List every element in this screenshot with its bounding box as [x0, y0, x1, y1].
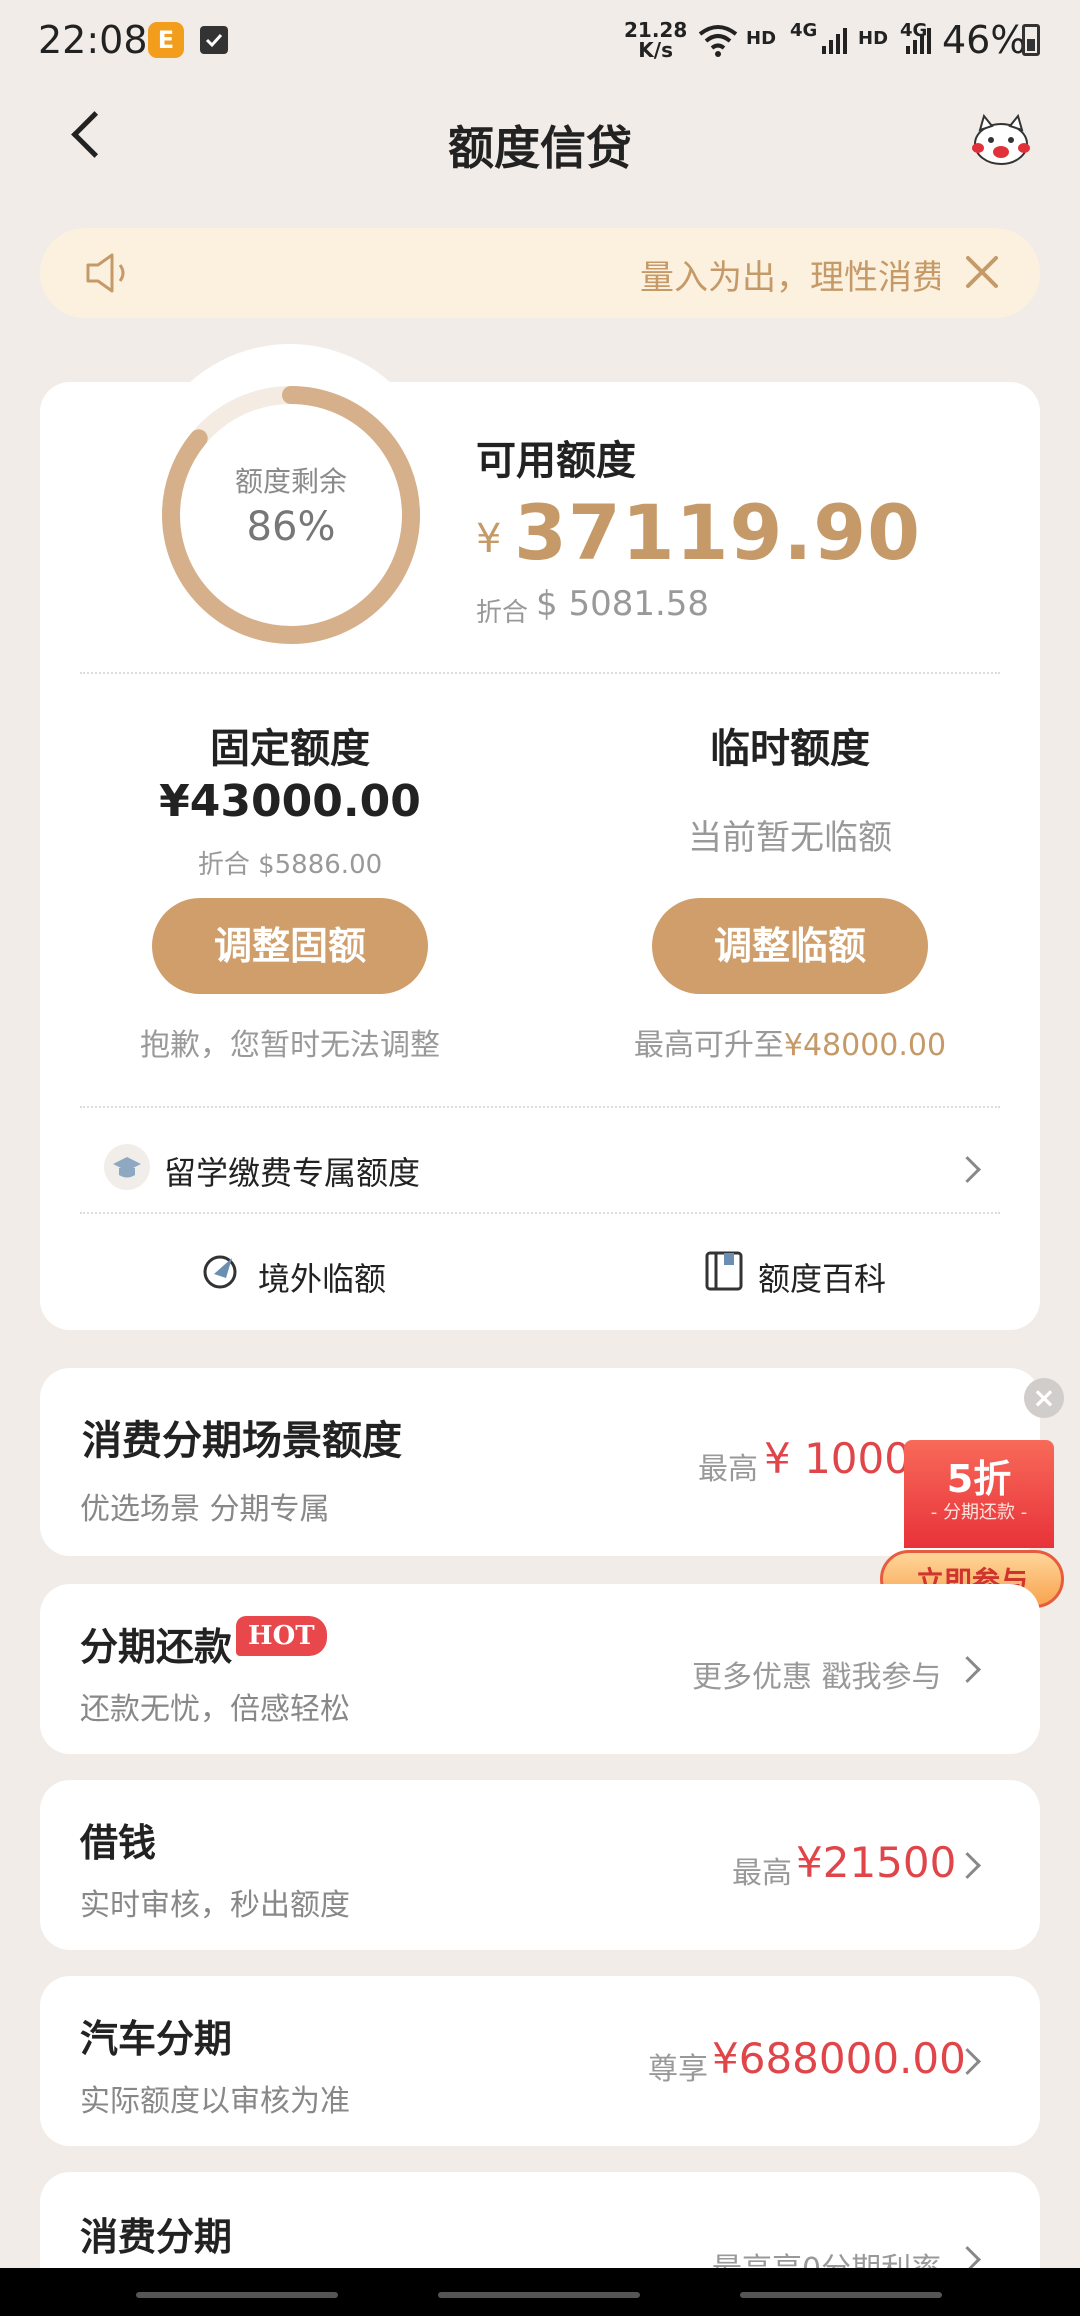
- converted-label: 折合: [476, 598, 529, 628]
- overseas-quota-label: 境外临额: [258, 1260, 387, 1298]
- scene-quota-title: 消费分期场景额度: [82, 1418, 402, 1464]
- temp-quota-title: 临时额度: [710, 726, 870, 772]
- fixed-quota-converted: 折合 $5886.00: [197, 850, 383, 880]
- adjust-fixed-button[interactable]: 调整固额: [152, 898, 428, 994]
- list-item-right-prefix: 最高: [732, 1856, 792, 1891]
- status-time: 22:08: [38, 18, 148, 62]
- temp-quota-status: 当前暂无临额: [688, 818, 892, 858]
- ring-percent: 86%: [246, 504, 336, 550]
- converted-amount: $ 5081.58: [536, 584, 710, 624]
- list-item-title: 借钱: [80, 1821, 157, 1865]
- plane-globe-icon: [203, 1255, 237, 1289]
- scene-quota-subtitle: 优选场景 分期专属: [80, 1492, 330, 1527]
- page-title: 额度信贷: [448, 121, 632, 175]
- promo-close-button[interactable]: ×: [1024, 1378, 1064, 1418]
- book-icon: [705, 1251, 743, 1291]
- hd-indicator-1: HD: [746, 28, 777, 49]
- network-speed-value: 21.28: [624, 18, 688, 42]
- divider: [80, 672, 1000, 674]
- nav-button-left[interactable]: [136, 2292, 338, 2298]
- wifi-icon: [698, 25, 738, 57]
- divider: [80, 1106, 1000, 1108]
- list-item-right-text: 更多优惠 戳我参与: [692, 1660, 942, 1695]
- hot-badge: HOT: [236, 1616, 327, 1656]
- speaker-icon: [86, 253, 125, 293]
- signal-icon-1: [822, 28, 847, 54]
- nav-button-home[interactable]: [438, 2292, 640, 2298]
- mascot-icon[interactable]: [970, 112, 1032, 168]
- checkbox-notification-icon: [200, 26, 228, 54]
- adjust-temp-button[interactable]: 调整临额: [652, 898, 928, 994]
- network-speed-unit: K/s: [638, 38, 673, 62]
- list-item-title: 汽车分期: [80, 2017, 233, 2061]
- network-speed: 21.28 K/s: [624, 20, 687, 60]
- status-bar: 22:08 E 21.28 K/s HD 4G HD 4G 46%: [0, 0, 1080, 84]
- close-icon[interactable]: [960, 250, 1004, 294]
- currency-symbol: ¥: [476, 516, 502, 562]
- fixed-note: 抱歉，您暂时无法调整: [140, 1028, 440, 1063]
- list-item-title: 分期还款: [80, 1625, 233, 1669]
- promo-discount: 5折: [946, 1457, 1012, 1501]
- hd-indicator-2: HD: [858, 28, 889, 49]
- scene-right-prefix: 最高: [698, 1452, 758, 1487]
- list-item-title: 消费分期: [80, 2215, 233, 2259]
- fixed-quota-amount: ¥43000.00: [159, 776, 421, 827]
- temp-note-amount: ¥48000.00: [783, 1028, 947, 1063]
- battery-percent: 46%: [942, 18, 1027, 62]
- divider: [80, 1212, 1000, 1214]
- study-abroad-label: 留学缴费专属额度: [164, 1154, 421, 1192]
- ring-label: 额度剩余: [234, 465, 347, 498]
- network-type-1: 4G: [790, 20, 818, 41]
- temp-note-prefix: 最高可升至: [633, 1028, 784, 1063]
- available-label: 可用额度: [476, 438, 636, 484]
- nav-button-right[interactable]: [740, 2292, 942, 2298]
- list-item-subtitle: 实时审核，秒出额度: [80, 1888, 350, 1923]
- quota-encyclopedia-label: 额度百科: [758, 1260, 887, 1298]
- available-amount: 37119.90: [514, 488, 922, 577]
- list-item-right-amount: ¥21500: [796, 1838, 957, 1887]
- battery-icon: [1022, 24, 1040, 56]
- notice-bar: 量入为出，理性消费: [40, 228, 1040, 318]
- list-item-subtitle: 还款无忧，倍感轻松: [80, 1692, 350, 1727]
- list-item-right-prefix: 尊享: [648, 2052, 708, 2087]
- signal-icon-2: [906, 28, 931, 54]
- fixed-quota-title: 固定额度: [210, 726, 370, 772]
- list-item-right-amount: ¥688000.00: [712, 2034, 966, 2083]
- promo-caption: - 分期还款 -: [930, 1502, 1028, 1523]
- app-notification-icon: E: [148, 22, 184, 58]
- notice-text: 量入为出，理性消费: [640, 258, 940, 298]
- list-item-subtitle: 实际额度以审核为准: [80, 2084, 350, 2119]
- graduation-cap-icon: [104, 1144, 150, 1190]
- temp-note: 最高可升至¥48000.00: [550, 1020, 1030, 1064]
